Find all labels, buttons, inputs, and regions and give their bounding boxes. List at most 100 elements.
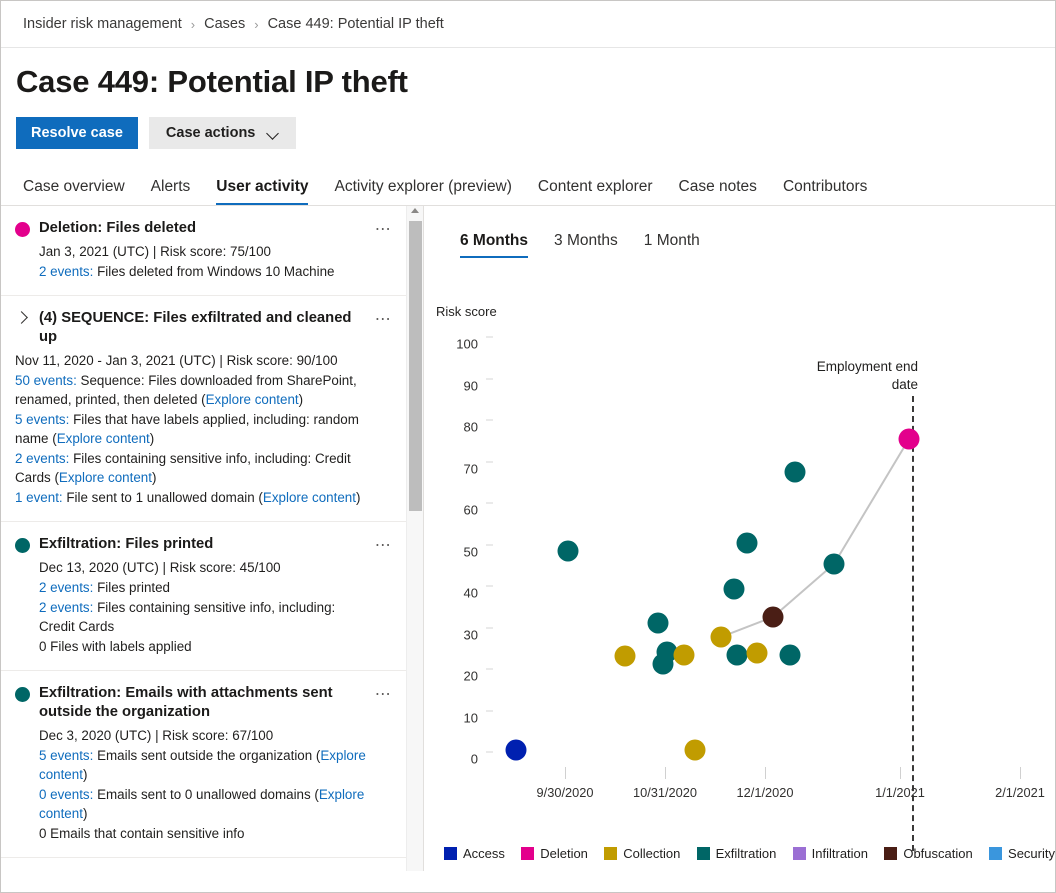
breadcrumb-separator-icon: ›	[190, 16, 196, 32]
activity-list[interactable]: Deletion: Files deleted ⋯ Jan 3, 2021 (UTC…	[1, 206, 406, 871]
tab-case-overview[interactable]: Case overview	[23, 178, 125, 205]
scatter-point-exfiltration[interactable]	[779, 644, 801, 666]
explore-content-link[interactable]: Explore content	[57, 431, 150, 446]
range-tab-1-month[interactable]: 1 Month	[644, 232, 700, 258]
scatter-point-collection[interactable]	[710, 626, 732, 648]
legend-item-security[interactable]: Security	[989, 846, 1055, 861]
breadcrumb-item-0[interactable]: Insider risk management	[23, 16, 182, 32]
y-axis-tick-label: 50	[463, 544, 478, 559]
risk-score-scatter-chart: Risk score Employment end date 100 90 80 70…	[424, 286, 1055, 871]
activity-list-item[interactable]: Exfiltration: Emails with attachments se…	[1, 858, 406, 871]
event-count-link[interactable]: 50 events:	[15, 373, 77, 388]
activity-overflow-menu-button[interactable]: ⋯	[375, 687, 392, 703]
sequence-connector-line	[720, 438, 910, 638]
activity-list-item[interactable]: Deletion: Files deleted ⋯ Jan 3, 2021 (UTC…	[1, 206, 406, 296]
y-axis-tick-label: 0	[470, 751, 478, 767]
tab-activity-explorer-preview[interactable]: Activity explorer (preview)	[334, 178, 511, 205]
scatter-point-collection[interactable]	[614, 645, 636, 667]
activity-meta: Jan 3, 2021 (UTC) | Risk score: 75/100	[39, 243, 271, 259]
y-axis-tick-mark	[486, 502, 493, 504]
legend-label: Security	[1008, 846, 1055, 861]
activity-detail-line: 0 events: Emails sent to 0 unallowed dom…	[39, 787, 365, 822]
activity-category-dot	[15, 687, 30, 703]
explore-content-link[interactable]: Explore content	[263, 490, 356, 505]
range-tab-3-months[interactable]: 3 Months	[554, 232, 618, 258]
activity-overflow-menu-button[interactable]: ⋯	[375, 312, 392, 328]
scatter-point-exfiltration[interactable]	[652, 653, 674, 675]
legend-item-exfiltration[interactable]: Exfiltration	[696, 846, 776, 861]
event-count-link[interactable]: 2 events:	[39, 600, 93, 615]
legend-swatch	[604, 847, 618, 860]
explore-content-link[interactable]: Explore content	[206, 392, 299, 407]
scatter-point-access[interactable]	[505, 739, 527, 761]
x-axis-tick-label: 2/1/2021	[995, 785, 1045, 800]
scatter-point-collection[interactable]	[684, 739, 706, 761]
y-axis-tick-mark	[486, 419, 493, 421]
legend-item-access[interactable]: Access	[444, 846, 505, 861]
tab-alerts[interactable]: Alerts	[151, 178, 191, 205]
tab-contributors[interactable]: Contributors	[783, 178, 867, 205]
x-axis-tick-mark	[765, 767, 766, 779]
activity-overflow-menu-button[interactable]: ⋯	[375, 222, 392, 238]
scrollbar-thumb[interactable]	[409, 221, 422, 511]
x-axis-tick-label: 9/30/2020	[536, 785, 594, 800]
activity-overflow-menu-button[interactable]: ⋯	[375, 538, 392, 554]
activity-list-item[interactable]: (4) SEQUENCE: Files exfiltrated and clea…	[1, 296, 406, 523]
scroll-up-arrow-icon[interactable]	[411, 208, 419, 213]
case-actions-button[interactable]: Case actions	[148, 117, 297, 149]
y-axis-tick-mark	[486, 710, 493, 711]
y-axis-tick-mark	[486, 336, 493, 338]
x-axis-tick-mark	[665, 767, 666, 779]
scatter-point-deletion[interactable]	[898, 428, 920, 450]
scatter-point-exfiltration[interactable]	[726, 644, 748, 666]
event-count-link[interactable]: 2 events:	[15, 451, 69, 466]
legend-item-obfuscation[interactable]: Obfuscation	[884, 846, 973, 861]
x-axis-tick-label: 10/31/2020	[632, 785, 698, 800]
scatter-point-collection[interactable]	[746, 642, 768, 664]
tab-user-activity[interactable]: User activity	[216, 178, 309, 205]
y-axis-tick-label: 10	[463, 710, 478, 725]
event-count-link[interactable]: 5 events:	[15, 412, 69, 427]
y-axis-tick-mark	[486, 627, 493, 628]
resolve-case-button[interactable]: Resolve case	[16, 117, 138, 149]
legend-item-collection[interactable]: Collection	[604, 846, 680, 861]
explore-content-link[interactable]: Explore content	[59, 470, 152, 485]
activity-list-item[interactable]: Exfiltration: Emails with attachments se…	[1, 671, 406, 859]
activity-detail-line: 2 events: Files printed	[39, 580, 170, 596]
scatter-point-exfiltration[interactable]	[784, 461, 806, 483]
y-axis-tick-label: 30	[463, 627, 478, 642]
y-axis-tick-mark	[486, 668, 493, 670]
event-count-link[interactable]: 0 events:	[39, 787, 93, 802]
event-count-link[interactable]: 5 events:	[39, 748, 93, 763]
scatter-point-exfiltration[interactable]	[823, 553, 845, 575]
x-axis-tick-label: 12/1/2020	[736, 785, 794, 800]
scatter-point-exfiltration[interactable]	[647, 612, 669, 634]
scatter-point-exfiltration[interactable]	[557, 540, 579, 562]
breadcrumb-separator-icon: ›	[254, 16, 259, 32]
event-count-link[interactable]: 2 events:	[39, 580, 93, 595]
range-tab-6-months[interactable]: 6 Months	[460, 232, 529, 258]
tab-case-notes[interactable]: Case notes	[679, 178, 757, 205]
legend-label: Obfuscation	[903, 846, 973, 861]
tab-content-explorer[interactable]: Content explorer	[538, 178, 653, 205]
event-count-link[interactable]: 1 event:	[15, 490, 63, 505]
activity-detail-lines: 2 events: Files printed 2 events: Files c…	[39, 578, 368, 656]
employment-end-date-line	[912, 396, 914, 851]
legend-item-deletion[interactable]: Deletion	[521, 846, 588, 861]
activity-title: Exfiltration: Files printed	[39, 536, 214, 553]
y-axis-tick-label: 70	[463, 461, 478, 476]
activity-scrollbar[interactable]	[406, 206, 423, 871]
scatter-point-exfiltration[interactable]	[723, 578, 745, 600]
scatter-point-collection[interactable]	[673, 644, 695, 666]
x-axis-tick-label: 1/1/2021	[875, 785, 925, 800]
breadcrumb-item-1[interactable]: Cases	[204, 16, 245, 32]
legend-swatch	[989, 847, 1003, 860]
activity-list-item[interactable]: Exfiltration: Files printed ⋯ Dec 13, 2020…	[1, 522, 406, 672]
time-range-tabs: 6 Months 3 Months 1 Month	[424, 206, 1055, 258]
scatter-point-obfuscation[interactable]	[762, 606, 784, 628]
activity-category-dot	[15, 538, 30, 554]
event-count-link[interactable]: 2 events:	[39, 264, 93, 279]
legend-item-infiltration[interactable]: Infiltration	[792, 846, 868, 861]
activity-meta: Nov 11, 2020 - Jan 3, 2021 (UTC) | Risk …	[15, 352, 338, 368]
scatter-point-exfiltration[interactable]	[736, 532, 758, 554]
